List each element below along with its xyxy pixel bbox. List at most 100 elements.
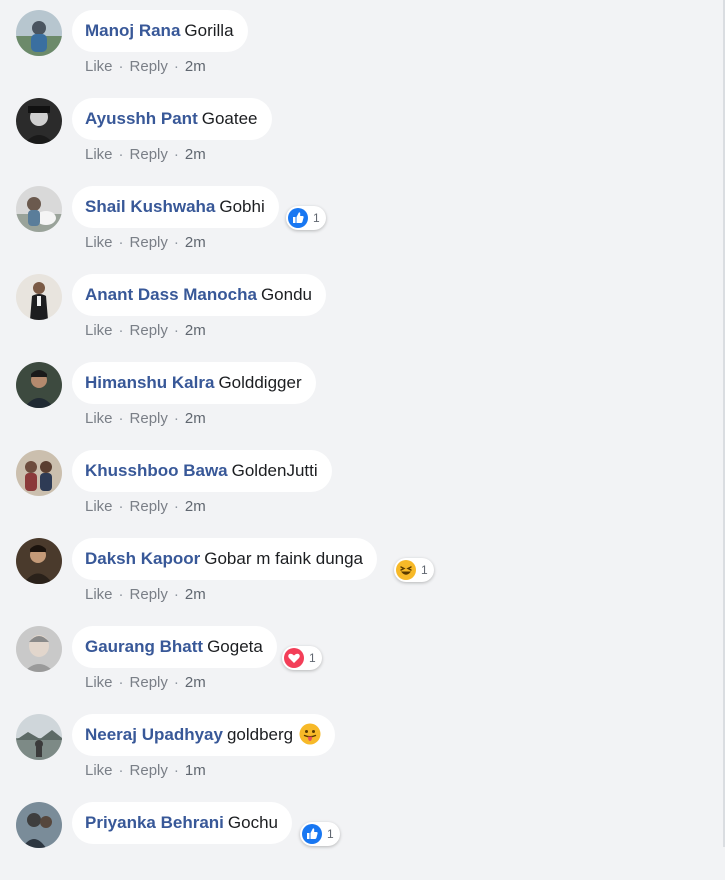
like-link[interactable]: Like <box>85 586 113 603</box>
comment-actions: Like · Reply · 2m <box>85 586 206 603</box>
comment-author[interactable]: Gaurang Bhatt <box>85 637 203 656</box>
comment-actions: Like · Reply · 2m <box>85 146 206 163</box>
separator: · <box>118 146 124 163</box>
reply-link[interactable]: Reply <box>130 762 168 779</box>
reply-link[interactable]: Reply <box>130 586 168 603</box>
avatar[interactable] <box>16 186 62 232</box>
comment-bubble: Anant Dass Manocha Gondu <box>72 274 326 316</box>
reply-link[interactable]: Reply <box>130 674 168 691</box>
separator: · <box>118 674 124 691</box>
comment-actions: Like · Reply · 2m <box>85 234 206 251</box>
like-link[interactable]: Like <box>85 498 113 515</box>
comment-actions: Like · Reply · 1m <box>85 762 206 779</box>
like-link[interactable]: Like <box>85 674 113 691</box>
avatar[interactable] <box>16 450 62 496</box>
comment-bubble: Khusshboo Bawa GoldenJutti <box>72 450 332 492</box>
comment-timestamp[interactable]: 2m <box>185 322 206 339</box>
avatar[interactable] <box>16 274 62 320</box>
like-link[interactable]: Like <box>85 762 113 779</box>
reply-link[interactable]: Reply <box>130 498 168 515</box>
comment-author[interactable]: Ayusshh Pant <box>85 109 198 128</box>
separator: · <box>173 410 179 427</box>
reaction-count: 1 <box>327 827 334 841</box>
comment-bubble: Shail Kushwaha Gobhi <box>72 186 279 228</box>
avatar[interactable] <box>16 10 62 56</box>
separator: · <box>118 410 124 427</box>
reply-link[interactable]: Reply <box>130 322 168 339</box>
avatar[interactable] <box>16 802 62 848</box>
comment-author[interactable]: Daksh Kapoor <box>85 549 200 568</box>
avatar[interactable] <box>16 538 62 584</box>
comment-text: Gobhi <box>219 197 265 216</box>
comment-timestamp[interactable]: 2m <box>185 498 206 515</box>
haha-reaction-icon <box>396 560 416 580</box>
comment-author[interactable]: Himanshu Kalra <box>85 373 214 392</box>
reaction-count-badge[interactable]: 1 <box>286 206 326 230</box>
comment-item: Anant Dass Manocha Gondu Like · Reply · 2m <box>0 264 720 352</box>
comment-actions: Like · Reply · 2m <box>85 410 206 427</box>
comment-author[interactable]: Manoj Rana <box>85 21 180 40</box>
separator: · <box>173 586 179 603</box>
avatar[interactable] <box>16 362 62 408</box>
comment-text: Gobar m faink dunga <box>204 549 364 568</box>
comment-author[interactable]: Shail Kushwaha <box>85 197 215 216</box>
comment-timestamp[interactable]: 2m <box>185 146 206 163</box>
comment-timestamp[interactable]: 2m <box>185 234 206 251</box>
reply-link[interactable]: Reply <box>130 146 168 163</box>
comment-timestamp[interactable]: 1m <box>185 762 206 779</box>
like-reaction-icon <box>302 824 322 844</box>
like-link[interactable]: Like <box>85 146 113 163</box>
separator: · <box>173 58 179 75</box>
comment-text: goldberg <box>226 725 294 744</box>
reaction-count-badge[interactable]: 1 <box>394 558 434 582</box>
comment-text: GoldenJutti <box>231 461 318 480</box>
comment-bubble: Gaurang Bhatt Gogeta <box>72 626 277 668</box>
separator: · <box>173 322 179 339</box>
comment-author[interactable]: Neeraj Upadhyay <box>85 725 223 744</box>
comment-item: Daksh Kapoor Gobar m faink dunga 1 Like · R… <box>0 528 720 616</box>
avatar[interactable] <box>16 626 62 672</box>
reply-link[interactable]: Reply <box>130 410 168 427</box>
comment-timestamp[interactable]: 2m <box>185 410 206 427</box>
comment-author[interactable]: Khusshboo Bawa <box>85 461 228 480</box>
comment-timestamp[interactable]: 2m <box>185 58 206 75</box>
like-link[interactable]: Like <box>85 322 113 339</box>
comment-bubble: Manoj Rana Gorilla <box>72 10 248 52</box>
comment-text: Goatee <box>201 109 258 128</box>
reaction-count: 1 <box>313 211 320 225</box>
comment-author[interactable]: Anant Dass Manocha <box>85 285 257 304</box>
like-link[interactable]: Like <box>85 58 113 75</box>
comment-bubble: Himanshu Kalra Golddigger <box>72 362 316 404</box>
comment-timestamp[interactable]: 2m <box>185 586 206 603</box>
comment-text: Gochu <box>227 813 278 832</box>
separator: · <box>173 234 179 251</box>
reaction-count-badge[interactable]: 1 <box>300 822 340 846</box>
comment-item: Priyanka Behrani Gochu 1 <box>0 792 720 880</box>
comment-bubble: Neeraj Upadhyay goldberg <box>72 714 336 756</box>
comment-item: Khusshboo Bawa GoldenJutti Like · Reply · 2m <box>0 440 720 528</box>
comment-author[interactable]: Priyanka Behrani <box>85 813 224 832</box>
comment-bubble: Priyanka Behrani Gochu <box>72 802 292 844</box>
separator: · <box>173 498 179 515</box>
avatar[interactable] <box>16 98 62 144</box>
comment-item: Himanshu Kalra Golddigger Like · Reply · 2m <box>0 352 720 440</box>
like-link[interactable]: Like <box>85 410 113 427</box>
like-link[interactable]: Like <box>85 234 113 251</box>
comment-bubble: Ayusshh Pant Goatee <box>72 98 272 140</box>
reply-link[interactable]: Reply <box>130 234 168 251</box>
reply-link[interactable]: Reply <box>130 58 168 75</box>
love-reaction-icon <box>284 648 304 668</box>
separator: · <box>173 762 179 779</box>
separator: · <box>118 586 124 603</box>
like-reaction-icon <box>288 208 308 228</box>
comment-text: Gorilla <box>184 21 234 40</box>
avatar[interactable] <box>16 714 62 760</box>
tongue-out-emoji-icon <box>299 723 321 745</box>
comment-timestamp[interactable]: 2m <box>185 674 206 691</box>
comment-text: Gogeta <box>207 637 263 656</box>
separator: · <box>118 498 124 515</box>
reaction-count-badge[interactable]: 1 <box>282 646 322 670</box>
comment-bubble: Daksh Kapoor Gobar m faink dunga <box>72 538 378 580</box>
comment-actions: Like · Reply · 2m <box>85 498 206 515</box>
comment-item: Shail Kushwaha Gobhi 1 Like · Reply · 2m <box>0 176 720 264</box>
